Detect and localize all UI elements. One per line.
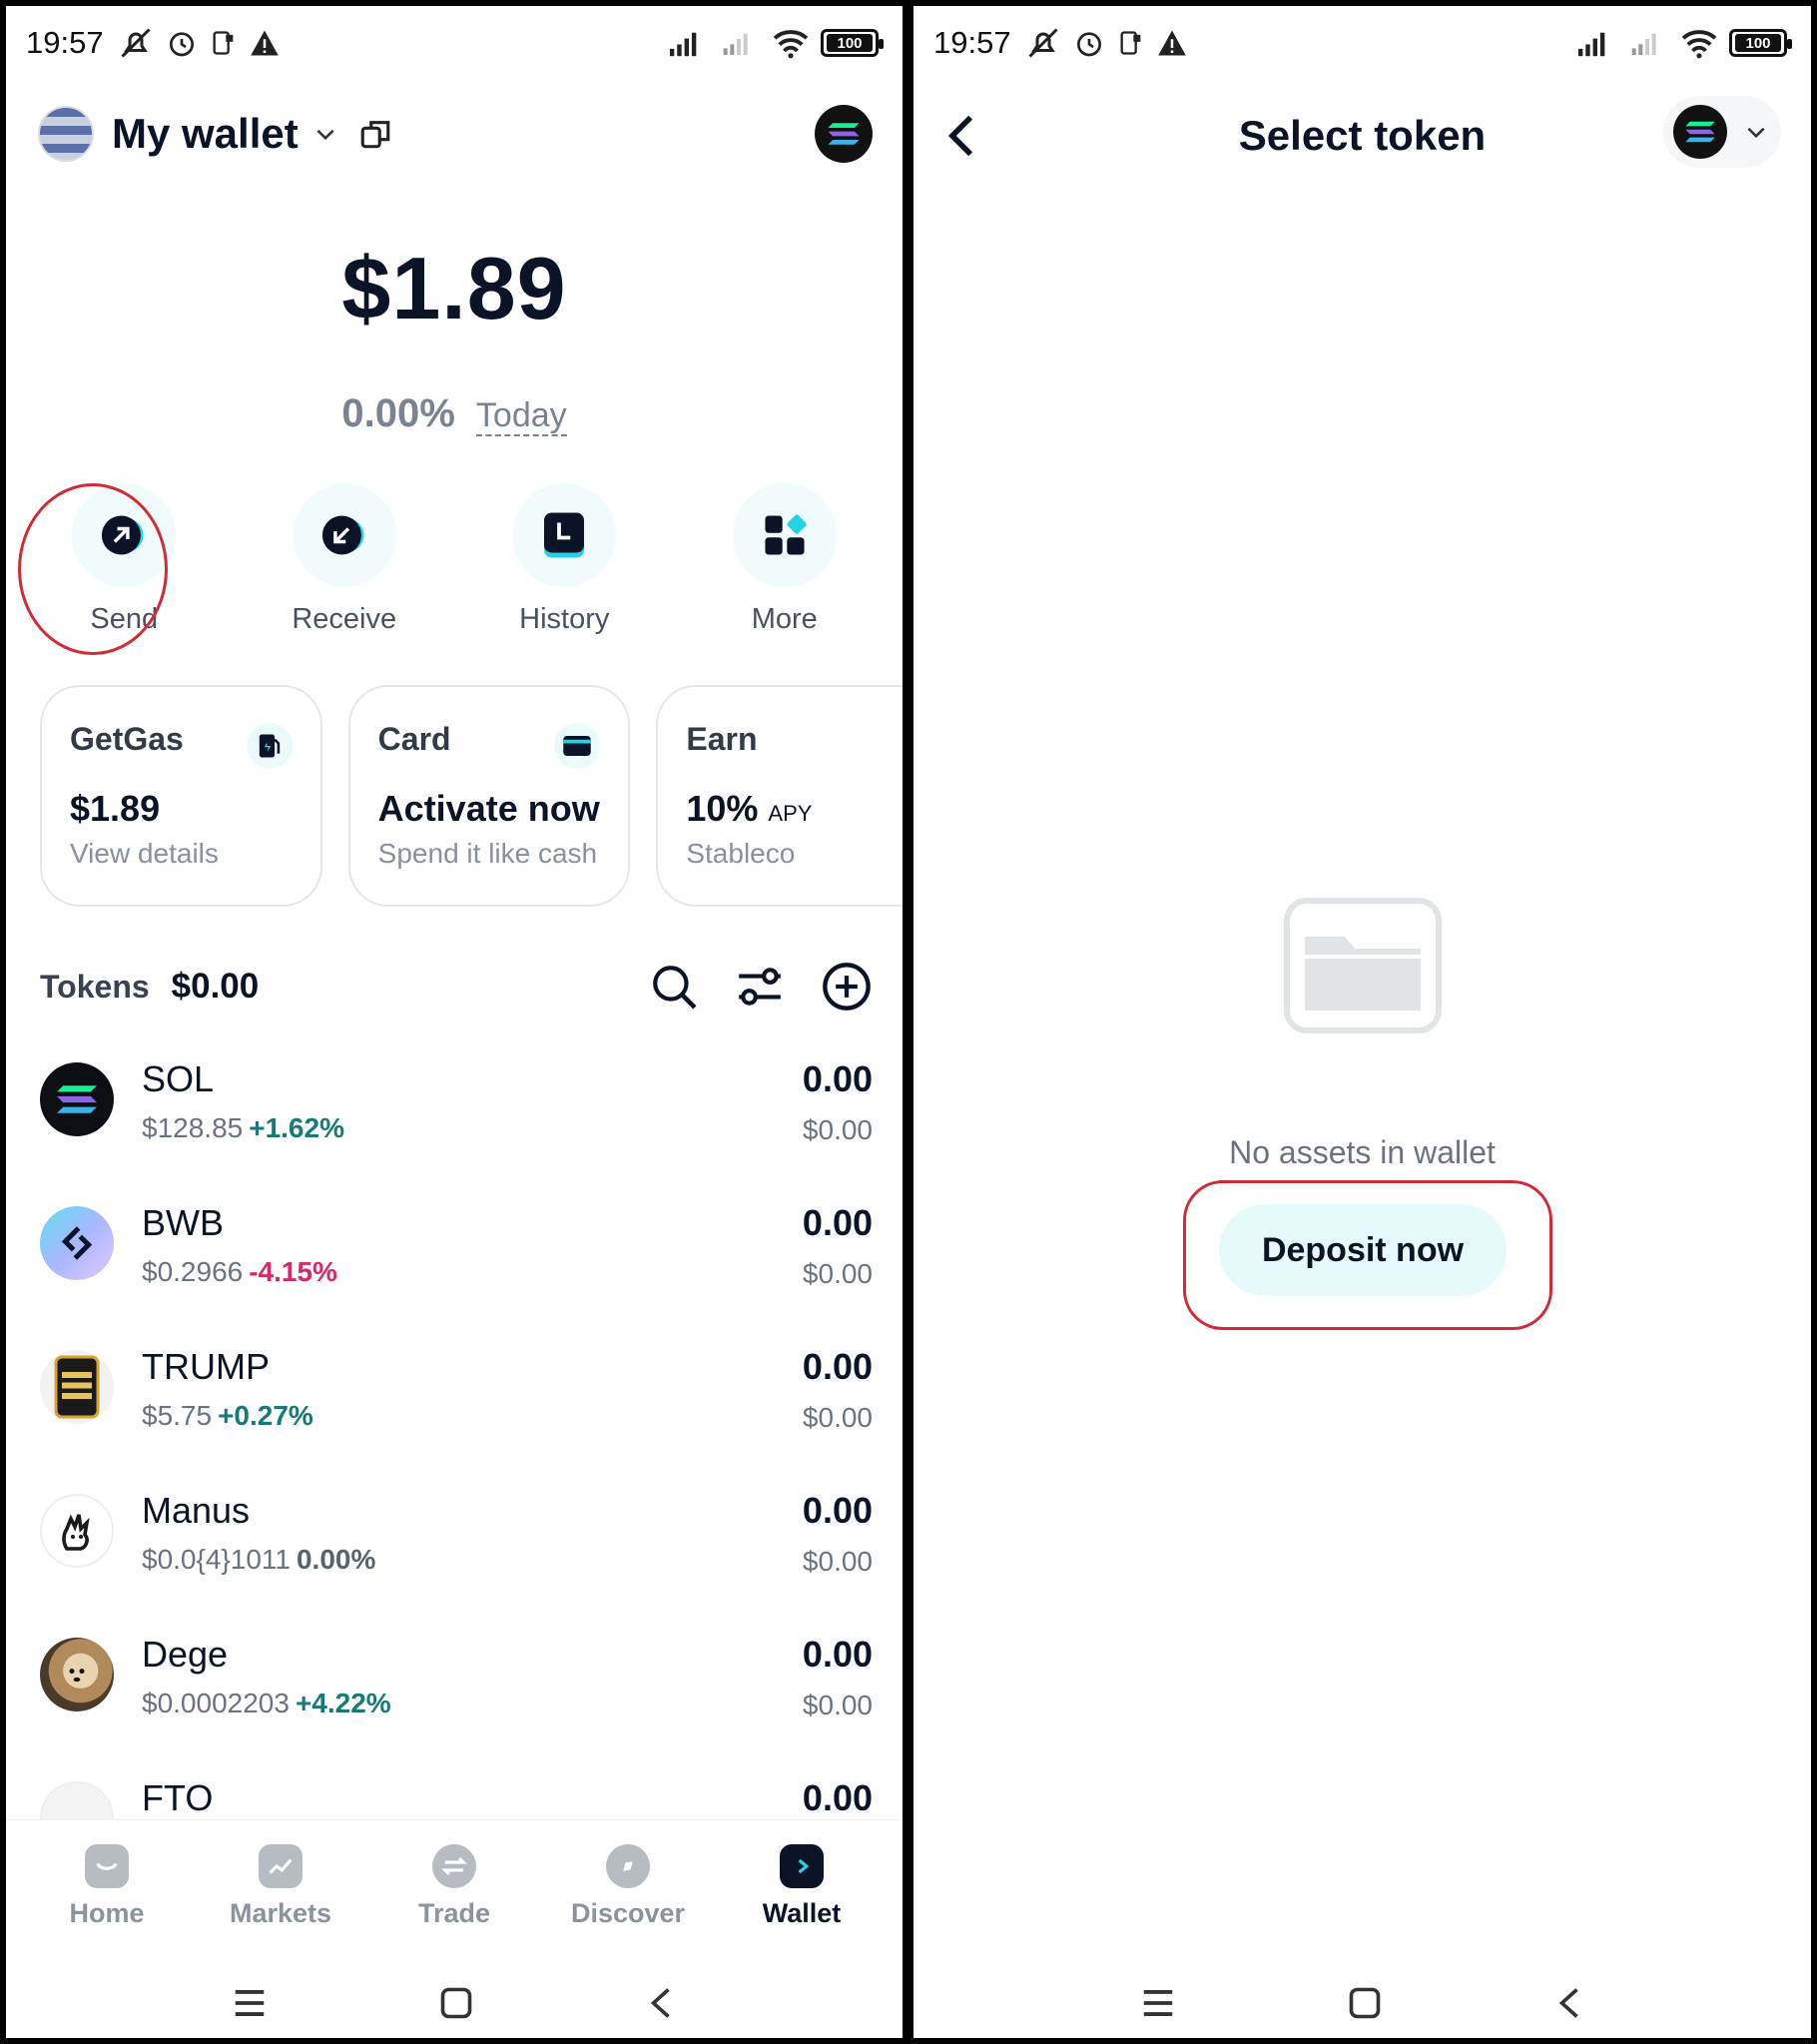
empty-state-text: No assets in wallet — [1229, 1134, 1496, 1170]
nav-markets[interactable]: Markets — [206, 1820, 355, 1939]
signal-icon — [1577, 32, 1605, 57]
bottom-nav: Home Markets Trade Discover Wallet — [6, 1819, 903, 1939]
feature-cards: GetGas $1.89 View details Card Activate … — [40, 685, 903, 907]
trump-logo-icon — [40, 1350, 114, 1424]
chevron-down-icon[interactable] — [312, 121, 338, 147]
status-bar: 19:57 100 — [933, 20, 1792, 66]
filter-icon[interactable] — [735, 962, 785, 1012]
back-icon[interactable] — [1552, 1985, 1586, 2021]
wallet-header: My wallet — [38, 102, 873, 166]
status-bar: 19:57 100 — [26, 20, 884, 66]
token-list: SOL $128.85 +1.62% 0.00 $0.00 BWB $0.2966… — [40, 1058, 873, 1921]
card-card[interactable]: Card Activate now Spend it like cash — [347, 685, 631, 907]
token-row-dege[interactable]: Dege $0.0002203 +4.22% 0.00 $0.00 — [40, 1634, 873, 1777]
history-button[interactable]: History — [474, 483, 654, 636]
total-balance: $1.89 — [341, 239, 567, 338]
warning-icon — [250, 30, 279, 56]
getgas-card[interactable]: GetGas $1.89 View details — [40, 685, 322, 907]
network-selector[interactable] — [1663, 96, 1781, 168]
chevron-left-icon — [947, 115, 973, 157]
solana-network-icon — [1673, 105, 1727, 159]
bwb-logo-icon — [40, 1206, 114, 1280]
tokens-header: Tokens $0.00 — [40, 957, 873, 1017]
receive-button[interactable]: Receive — [255, 483, 434, 636]
menu-icon[interactable] — [231, 1987, 269, 2019]
select-token-screen: 19:57 100 Select token No assets in wall… — [913, 6, 1811, 2038]
home-square-icon[interactable] — [438, 1985, 474, 2021]
annotation-circle-send — [18, 483, 168, 655]
sol-logo-icon — [40, 1062, 114, 1136]
wallet-icon — [780, 1844, 824, 1888]
wallet-title[interactable]: My wallet — [112, 110, 299, 158]
notification-icon — [213, 31, 233, 55]
earn-card[interactable]: Earn 10% APY Stableco — [656, 685, 903, 907]
system-nav-bar — [913, 1963, 1811, 2038]
tokens-total: $0.00 — [171, 967, 260, 1006]
notification-icon — [1120, 31, 1140, 55]
mute-icon — [1028, 28, 1058, 58]
alarm-icon — [169, 32, 194, 57]
battery-icon: 100 — [1729, 29, 1792, 57]
back-icon[interactable] — [644, 1985, 678, 2021]
back-button[interactable] — [933, 106, 989, 166]
mute-icon — [121, 28, 151, 58]
more-button[interactable]: More — [695, 483, 875, 636]
dege-logo-icon — [40, 1638, 114, 1711]
select-token-header: Select token — [913, 96, 1811, 176]
grid-icon — [765, 514, 807, 555]
home-icon — [85, 1844, 129, 1888]
wallet-screen: 19:57 100 My wallet $1.89 0.00% Today Se… — [6, 6, 903, 2038]
annotation-box-deposit — [1183, 1180, 1552, 1330]
avatar[interactable] — [38, 106, 94, 162]
nav-trade[interactable]: Trade — [379, 1820, 529, 1939]
signal-weak-icon — [1631, 33, 1656, 55]
arrow-down-left-icon — [321, 515, 364, 555]
token-row-bwb[interactable]: BWB $0.2966 -4.15% 0.00 $0.00 — [40, 1202, 873, 1346]
markets-icon — [259, 1844, 303, 1888]
change-percent: 0.00% — [341, 391, 455, 435]
warning-icon — [1157, 30, 1186, 56]
system-nav-bar — [6, 1963, 903, 2038]
home-square-icon[interactable] — [1347, 1985, 1383, 2021]
empty-folder-icon — [1284, 898, 1442, 1033]
menu-icon[interactable] — [1139, 1987, 1177, 2019]
fuel-icon — [246, 723, 293, 769]
chevron-down-icon — [1747, 127, 1765, 139]
wifi-icon — [773, 30, 809, 59]
credit-card-icon — [554, 723, 601, 769]
change-period[interactable]: Today — [475, 396, 567, 436]
tokens-label: Tokens — [40, 968, 150, 1005]
wifi-icon — [1681, 30, 1717, 59]
search-icon[interactable] — [649, 962, 699, 1012]
nav-wallet[interactable]: Wallet — [727, 1820, 877, 1939]
manus-logo-icon — [40, 1494, 114, 1568]
signal-icon — [669, 32, 697, 57]
nav-home[interactable]: Home — [32, 1820, 182, 1939]
clock-icon — [544, 512, 585, 558]
alarm-icon — [1076, 32, 1101, 57]
status-time: 19:57 — [26, 25, 104, 60]
copy-icon[interactable] — [358, 117, 392, 151]
solana-network-icon[interactable] — [815, 105, 873, 163]
signal-weak-icon — [723, 33, 748, 55]
compass-icon — [606, 1844, 650, 1888]
add-token-icon[interactable] — [821, 961, 873, 1013]
trade-icon — [432, 1844, 476, 1888]
battery-icon: 100 — [821, 29, 884, 57]
token-row-manus[interactable]: Manus $0.0{4}1011 0.00% 0.00 $0.00 — [40, 1490, 873, 1634]
status-time: 19:57 — [933, 25, 1011, 60]
balance-change: 0.00% Today — [6, 391, 903, 436]
nav-discover[interactable]: Discover — [553, 1820, 703, 1939]
token-row-trump[interactable]: TRUMP $5.75 +0.27% 0.00 $0.00 — [40, 1346, 873, 1490]
token-row-sol[interactable]: SOL $128.85 +1.62% 0.00 $0.00 — [40, 1058, 873, 1202]
